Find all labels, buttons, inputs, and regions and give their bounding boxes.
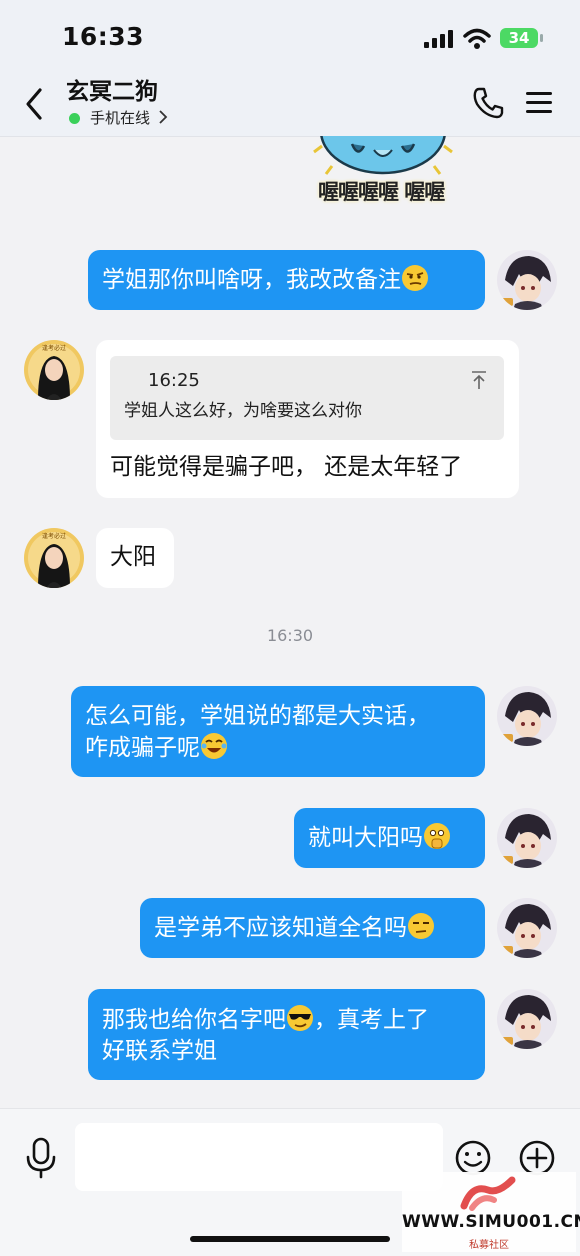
smirk-emoji-icon — [402, 265, 428, 291]
online-status-text[interactable]: 手机在线 — [90, 107, 150, 128]
battery-indicator: 34 — [500, 28, 543, 48]
message-text: 是学弟不应该知道全名吗 — [154, 915, 407, 941]
signal-icon — [424, 30, 453, 48]
message-bubble-outgoing[interactable]: 怎么可能，学姐说的都是大实话， 咋成骗子呢 — [71, 686, 485, 777]
time-divider: 16:30 — [266, 626, 314, 645]
message-text-line: 咋成骗子呢 — [85, 735, 200, 761]
chat-header: 玄冥二狗 手机在线 — [0, 72, 580, 137]
unamused-emoji-icon — [408, 913, 434, 939]
svg-text:逢考必过: 逢考必过 — [42, 344, 66, 352]
shush-emoji-icon — [424, 823, 450, 849]
online-status-dot — [69, 113, 80, 124]
status-time: 16:33 — [62, 22, 145, 51]
contact-name[interactable]: 玄冥二狗 — [66, 72, 158, 106]
home-indicator — [190, 1236, 390, 1242]
sticker-caption: 喔喔喔喔 喔喔 — [318, 180, 445, 204]
menu-button[interactable] — [526, 90, 552, 116]
message-text-line: 那我也给你名字吧 — [102, 1007, 286, 1033]
watermark-subtext: 私募社区 — [469, 1240, 509, 1251]
contact-avatar[interactable]: 逢考必过 — [24, 528, 84, 588]
svg-text:逢考必过: 逢考必过 — [42, 532, 66, 540]
quoted-message[interactable]: 16:25 学姐人这么好，为啥要这么对你 — [110, 356, 504, 440]
chevron-right-icon[interactable] — [158, 110, 168, 124]
my-avatar[interactable] — [497, 989, 557, 1049]
message-bubble-outgoing[interactable]: 那我也给你名字吧 ，真考上了 好联系学姐 — [88, 989, 485, 1080]
message-bubble-incoming[interactable]: 大阳 — [96, 528, 174, 588]
message-text: 就叫大阳吗 — [308, 825, 423, 851]
my-avatar[interactable] — [497, 898, 557, 958]
status-bar: 16:33 34 — [0, 0, 580, 72]
sunglasses-emoji-icon — [287, 1005, 313, 1031]
contact-avatar[interactable]: 逢考必过 — [24, 340, 84, 400]
message-text-line: 好联系学姐 — [102, 1038, 217, 1064]
quoted-message-text: 学姐人这么好，为啥要这么对你 — [124, 401, 362, 421]
wifi-icon — [463, 28, 491, 49]
quoted-message-time: 16:25 — [148, 370, 200, 391]
back-button[interactable] — [20, 86, 50, 122]
laugh-cry-emoji-icon — [201, 733, 227, 759]
scroll-to-quote-icon[interactable] — [470, 370, 488, 390]
message-bubble-incoming[interactable]: 16:25 学姐人这么好，为啥要这么对你 可能觉得是骗子吧， 还是太年轻了 — [96, 340, 519, 498]
watermark-text: WWW.SIMU001.CN — [402, 1212, 580, 1232]
voice-input-button[interactable] — [24, 1137, 58, 1179]
message-text: 学姐那你叫啥呀，我改改备注 — [102, 267, 401, 293]
message-text: 大阳 — [110, 544, 156, 570]
message-bubble-outgoing[interactable]: 是学弟不应该知道全名吗 — [140, 898, 485, 958]
watermark-logo-icon — [460, 1176, 516, 1211]
my-avatar[interactable] — [497, 686, 557, 746]
message-text-line: 怎么可能，学姐说的都是大实话， — [85, 703, 430, 729]
message-input[interactable] — [75, 1123, 443, 1191]
message-text-line: ，真考上了 — [314, 1007, 429, 1033]
my-avatar[interactable] — [497, 250, 557, 310]
message-bubble-outgoing[interactable]: 就叫大阳吗 — [294, 808, 485, 868]
phone-call-button[interactable] — [472, 86, 504, 120]
message-text: 可能觉得是骗子吧， 还是太年轻了 — [110, 454, 463, 480]
my-avatar[interactable] — [497, 808, 557, 868]
message-bubble-outgoing[interactable]: 学姐那你叫啥呀，我改改备注 — [88, 250, 485, 310]
